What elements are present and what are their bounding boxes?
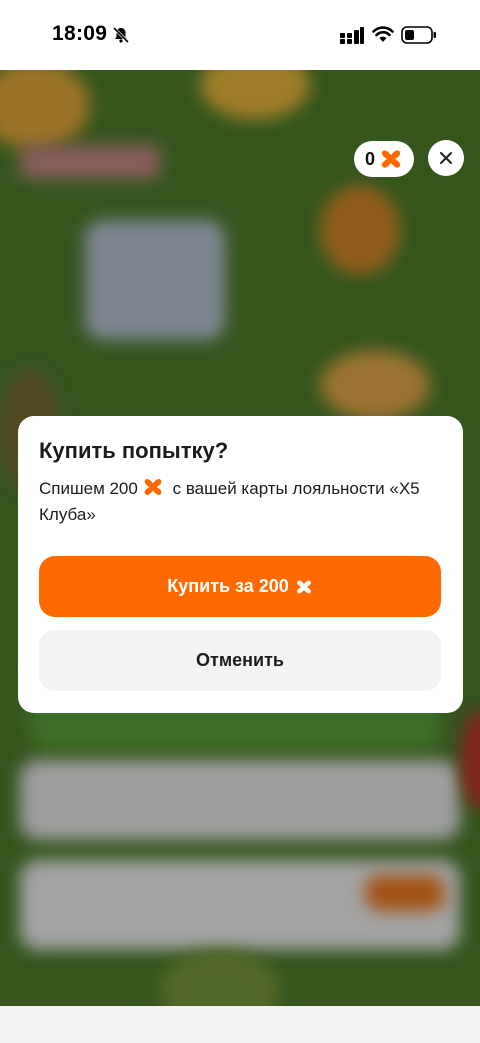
buy-attempt-button[interactable]: Купить за 200	[39, 556, 441, 617]
bell-slash-icon	[112, 26, 130, 44]
dialog-message-part1: Спишем 200	[39, 479, 138, 498]
buy-button-label: Купить за 200	[167, 576, 289, 596]
battery-icon	[401, 26, 436, 44]
points-balance-chip: 0	[354, 141, 414, 177]
close-button[interactable]	[428, 140, 464, 176]
signal-icon	[340, 27, 364, 44]
close-icon	[440, 152, 452, 164]
x5-coin-icon	[296, 579, 311, 594]
cancel-button[interactable]: Отменить	[39, 630, 441, 691]
wifi-icon	[372, 26, 394, 42]
dialog-message: Спишем 200 с вашей карты лояльности «Х5 …	[39, 476, 439, 528]
x5-coin-icon	[381, 150, 401, 168]
points-value: 0	[365, 148, 376, 169]
status-time: 18:09	[52, 22, 108, 45]
buy-attempt-dialog: Купить попытку? Спишем 200 с вашей карты…	[18, 416, 463, 713]
status-bar: 18:09	[0, 0, 480, 70]
x5-coin-icon	[144, 479, 162, 495]
home-indicator-bar	[0, 1006, 480, 1043]
cancel-button-label: Отменить	[196, 650, 284, 670]
dialog-title: Купить попытку?	[39, 438, 229, 463]
